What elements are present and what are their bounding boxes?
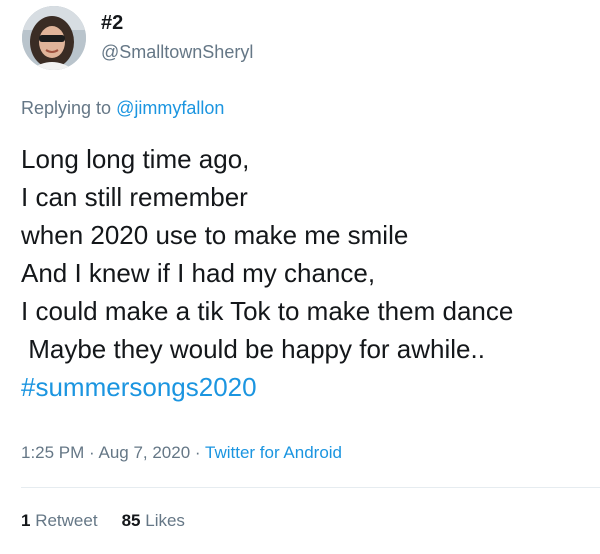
tweet-text-line: Maybe they would be happy for awhile..: [21, 334, 485, 364]
tweet-text-line: Long long time ago,: [21, 144, 250, 174]
display-name[interactable]: #2: [101, 12, 123, 35]
tweet-time[interactable]: 1:25 PM: [21, 443, 84, 462]
tweet-date[interactable]: Aug 7, 2020: [98, 443, 190, 462]
retweets-stat[interactable]: 1 Retweet: [21, 511, 98, 530]
retweets-label: Retweet: [35, 511, 98, 530]
tweet-text: Long long time ago, I can still remember…: [21, 140, 596, 406]
tweet-text-line: I could make a tik Tok to make them danc…: [21, 296, 514, 326]
tweet-text-line: I can still remember: [21, 182, 248, 212]
meta-separator: ·: [190, 443, 205, 462]
retweets-count: 1: [21, 511, 31, 530]
likes-stat[interactable]: 85 Likes: [122, 511, 185, 530]
meta-separator: ·: [84, 443, 99, 462]
hashtag-link[interactable]: #summersongs2020: [21, 368, 596, 406]
avatar[interactable]: [22, 6, 86, 70]
divider: [21, 487, 600, 488]
likes-count: 85: [121, 511, 141, 530]
profile-photo-icon: [22, 6, 86, 70]
tweet-stats: 1 Retweet 85 Likes: [21, 511, 209, 531]
likes-label: Likes: [145, 511, 185, 530]
replying-to: Replying to @jimmyfallon: [21, 98, 224, 119]
tweet-text-line: And I knew if I had my chance,: [21, 258, 376, 288]
reply-mention-link[interactable]: @jimmyfallon: [116, 98, 224, 118]
tweet-meta: 1:25 PM · Aug 7, 2020 · Twitter for Andr…: [21, 443, 342, 463]
replying-to-label: Replying to: [21, 98, 117, 118]
tweet-text-line: when 2020 use to make me smile: [21, 220, 409, 250]
tweet-source-link[interactable]: Twitter for Android: [205, 443, 342, 462]
tweet-card: #2 @SmalltownSheryl Replying to @jimmyfa…: [0, 0, 600, 554]
user-handle[interactable]: @SmalltownSheryl: [101, 42, 253, 63]
